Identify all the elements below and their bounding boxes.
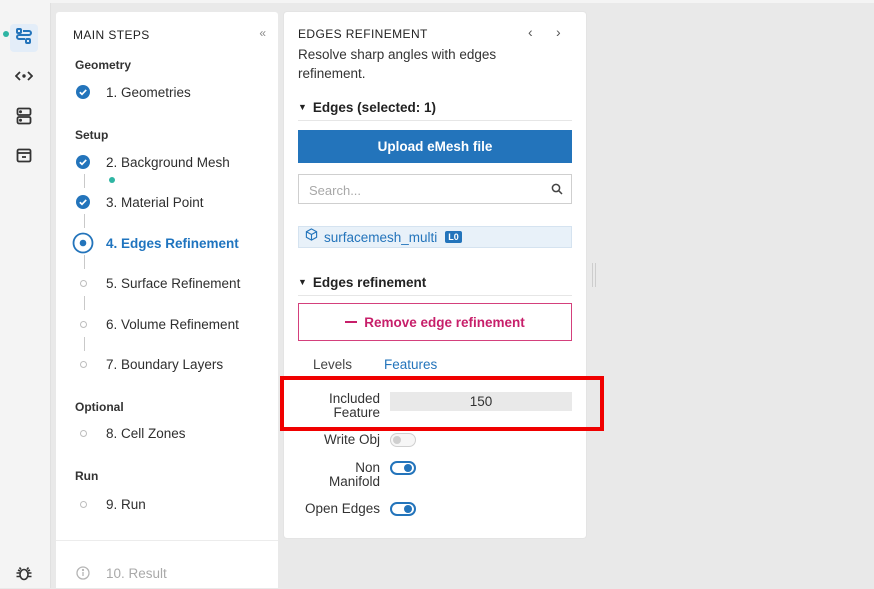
minus-icon [345,321,358,323]
step-label: 3. Material Point [106,194,204,210]
non-manifold-label: Non Manifold [328,460,380,489]
panel-description: Resolve sharp angles with edges refineme… [298,47,497,81]
pending-step-icon [72,353,94,375]
step-boundary-layers[interactable]: 7. Boundary Layers [72,352,223,376]
search-box [298,174,572,204]
step-label: 5. Surface Refinement [106,275,241,291]
write-obj-toggle[interactable] [390,433,416,447]
item-name: surfacemesh_multi [324,229,438,245]
step-geometries[interactable]: 1. Geometries [72,80,191,104]
highlight-box [280,376,604,431]
step-run[interactable]: 9. Run [72,492,146,516]
step-connector [84,337,85,351]
database-button[interactable] [10,104,38,132]
upload-emesh-button[interactable]: Upload eMesh file [298,130,572,163]
caret-down-icon: ▼ [298,102,307,112]
step-label: 1. Geometries [106,84,191,100]
resize-handle[interactable] [592,263,596,287]
group-run: Run [75,469,99,483]
edges-refinement-panel: EDGES REFINEMENT ‹ › Resolve sharp angle… [284,12,586,538]
database-icon [16,107,32,130]
step-background-mesh[interactable]: 2. Background Mesh [72,150,230,174]
icon-rail [0,3,51,588]
pending-step-icon [72,313,94,335]
panel-title: EDGES REFINEMENT [298,27,428,41]
step-label: 6. Volume Refinement [106,316,239,332]
step-volume-refinement[interactable]: 6. Volume Refinement [72,312,239,336]
step-surface-refinement[interactable]: 5. Surface Refinement [72,271,240,295]
tab-features[interactable]: Features [384,357,437,372]
step-cell-zones[interactable]: 8. Cell Zones [72,421,186,445]
selected-geometry-item[interactable]: surfacemesh_multi L0 [298,226,572,248]
group-optional: Optional [75,400,124,414]
pending-step-icon [72,422,94,444]
status-dot [109,177,115,183]
previous-step-button[interactable]: ‹ [528,24,533,40]
search-icon[interactable] [551,182,563,200]
step-connector [84,174,85,188]
next-step-button[interactable]: › [556,24,561,40]
button-label: Remove edge refinement [364,314,525,330]
group-geometry: Geometry [75,58,132,72]
section-label: Edges refinement [312,275,427,290]
code-brackets-icon [14,69,34,88]
collapse-panel-button[interactable]: « [259,26,266,40]
step-label: 2. Background Mesh [106,154,230,170]
search-input[interactable] [307,180,541,200]
open-edges-toggle[interactable] [390,502,416,516]
main-steps-panel: MAIN STEPS « Geometry 1. Geometries Setu… [56,12,278,588]
remove-edge-refinement-button[interactable]: Remove edge refinement [298,303,572,341]
non-manifold-toggle[interactable] [390,461,416,475]
step-connector [84,296,85,310]
mesh-cube-icon [305,228,318,246]
check-circle-icon [72,191,94,213]
steps-title: MAIN STEPS [73,28,150,42]
step-edges-refinement[interactable]: 4. Edges Refinement [72,231,239,255]
step-label: 7. Boundary Layers [106,356,224,372]
debug-button[interactable] [10,561,38,589]
step-label: 4. Edges Refinement [106,235,239,251]
write-obj-label: Write Obj [323,432,380,447]
workflow-icon [15,27,33,50]
step-result: 10. Result [72,561,167,585]
divider [298,295,572,296]
check-circle-icon [72,151,94,173]
step-material-point[interactable]: 3. Material Point [72,190,204,214]
divider [56,540,278,541]
active-step-icon [72,232,94,254]
info-icon [72,562,94,584]
pending-step-icon [72,493,94,515]
monitor-button[interactable] [10,144,38,172]
workflow-button[interactable] [10,24,38,52]
open-edges-label: Open Edges [304,501,380,516]
step-label: 9. Run [106,496,146,512]
caret-down-icon: ▼ [298,277,307,287]
edges-refinement-section-header[interactable]: ▼ Edges refinement [298,275,426,290]
divider [298,120,572,121]
level-badge: L0 [445,231,462,243]
monitor-icon [16,148,32,169]
step-label: 10. Result [106,565,167,581]
step-label: 8. Cell Zones [106,425,186,441]
section-label: Edges (selected: 1) [312,100,436,115]
tab-levels[interactable]: Levels [313,357,352,372]
step-connector [84,214,85,228]
pending-step-icon [72,272,94,294]
step-connector [84,255,85,269]
edges-section-header[interactable]: ▼ Edges (selected: 1) [298,100,436,115]
notification-dot [3,31,9,37]
top-strip [0,0,874,3]
group-setup: Setup [75,128,109,142]
code-button[interactable] [10,64,38,92]
bug-icon [15,564,33,587]
check-circle-icon [72,81,94,103]
